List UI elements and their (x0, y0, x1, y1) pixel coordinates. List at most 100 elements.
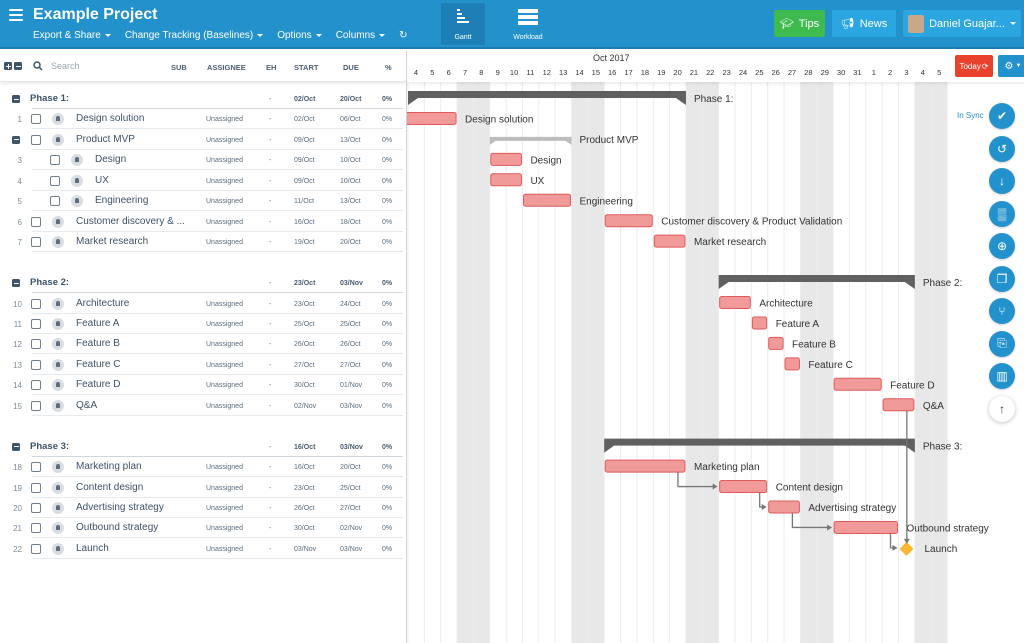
phase-row[interactable]: Phase 2: - 23/Oct 03/Nov 0% (0, 273, 406, 294)
phase-name[interactable]: Phase 2: (30, 277, 69, 288)
start-date[interactable]: 02/Nov (294, 403, 316, 410)
start-date[interactable]: 30/Oct (294, 525, 315, 532)
task-name[interactable]: Content design (76, 482, 143, 493)
percent-complete[interactable]: 0% (382, 505, 392, 512)
assignee[interactable]: Unassigned (206, 301, 243, 308)
row-checkbox[interactable] (31, 462, 41, 473)
collapse-icon[interactable] (12, 95, 20, 103)
row-checkbox[interactable] (31, 318, 41, 329)
due-date[interactable]: 26/Oct (340, 341, 361, 348)
start-date[interactable]: 09/Oct (294, 178, 315, 185)
start-date[interactable]: 23/Oct (294, 280, 315, 287)
start-date[interactable]: 27/Oct (294, 362, 315, 369)
row-checkbox[interactable] (31, 359, 41, 370)
row-checkbox[interactable] (31, 482, 41, 493)
task-row[interactable]: 1 Design solution Unassigned - 02/Oct 06/Oct 0… (0, 109, 406, 130)
due-date[interactable]: 10/Oct (340, 157, 361, 164)
assignee[interactable]: Unassigned (206, 219, 243, 226)
task-name[interactable]: Advertising strategy (76, 502, 164, 513)
col-start[interactable]: START (294, 63, 318, 72)
sort-icon[interactable]: ↓ (989, 168, 1015, 194)
task-row[interactable]: 21 Outbound strategy Unassigned - 30/Oct 02/N… (0, 518, 406, 539)
assignee[interactable]: Unassigned (206, 198, 243, 205)
percent-complete[interactable]: 0% (382, 301, 392, 308)
task-row[interactable]: 10 Architecture Unassigned - 23/Oct 24/Oct 0% (0, 294, 406, 314)
view-gantt-button[interactable]: Gantt (441, 3, 485, 45)
assignee[interactable]: Unassigned (206, 403, 243, 410)
start-date[interactable]: 09/Oct (294, 137, 315, 144)
due-date[interactable]: 10/Oct (340, 178, 361, 185)
start-date[interactable]: 03/Nov (294, 546, 316, 553)
view-workload-button[interactable]: Workload (506, 3, 550, 45)
settings-button[interactable]: ⚙ ▼ (998, 55, 1024, 77)
start-date[interactable]: 23/Oct (294, 301, 315, 308)
start-date[interactable]: 26/Oct (294, 341, 315, 348)
phase-name[interactable]: Phase 1: (30, 93, 69, 104)
task-row[interactable]: 4 UX Unassigned - 09/Oct 10/Oct 0% (0, 171, 406, 191)
menu-export-share[interactable]: Export & Share (33, 30, 111, 41)
start-date[interactable]: 30/Oct (294, 382, 315, 389)
task-row[interactable]: 11 Feature A Unassigned - 25/Oct 25/Oct 0% (0, 314, 406, 334)
percent-complete[interactable]: 0% (382, 546, 392, 553)
start-date[interactable]: 26/Oct (294, 505, 315, 512)
row-checkbox[interactable] (31, 400, 41, 411)
copy-icon[interactable]: ⎘ (989, 330, 1015, 357)
phase-row[interactable]: Phase 1: - 02/Oct 20/Oct 0% (0, 89, 406, 109)
task-name[interactable]: Market research (76, 236, 148, 247)
phase-row[interactable]: Phase 3: - 16/Oct 03/Nov 0% (0, 437, 406, 457)
task-row[interactable]: 13 Feature C Unassigned - 27/Oct 27/Oct 0% (0, 355, 406, 375)
start-date[interactable]: 23/Oct (294, 485, 315, 492)
start-date[interactable]: 25/Oct (294, 321, 315, 328)
col-due[interactable]: DUE (343, 63, 359, 72)
phase-name[interactable]: Phase 3: (30, 441, 69, 452)
task-name[interactable]: Feature A (76, 318, 119, 329)
task-name[interactable]: Customer discovery & ... (76, 216, 185, 227)
row-checkbox[interactable] (31, 523, 41, 534)
percent-complete[interactable]: 0% (382, 96, 392, 103)
row-checkbox[interactable] (50, 175, 60, 186)
col-assignee[interactable]: ASSIGNEE (207, 63, 246, 72)
task-name[interactable]: Feature D (76, 379, 120, 390)
task-row[interactable]: Product MVP Unassigned - 09/Oct 13/Oct 0% (0, 130, 406, 150)
task-row[interactable]: 7 Market research Unassigned - 19/Oct 20/Oct 0… (0, 232, 406, 253)
assignee[interactable]: Unassigned (206, 485, 243, 492)
task-row[interactable]: 15 Q&A Unassigned - 02/Nov 03/Nov 0% (0, 396, 406, 416)
due-date[interactable]: 27/Oct (340, 505, 361, 512)
ruler-icon[interactable]: ▒ (989, 200, 1015, 227)
row-checkbox[interactable] (31, 134, 41, 145)
percent-complete[interactable]: 0% (382, 525, 392, 532)
percent-complete[interactable]: 0% (382, 198, 392, 205)
due-date[interactable]: 20/Oct (340, 96, 361, 103)
due-date[interactable]: 27/Oct (340, 362, 361, 369)
start-date[interactable]: 16/Oct (294, 464, 315, 471)
due-date[interactable]: 03/Nov (340, 280, 363, 287)
start-date[interactable]: 16/Oct (294, 219, 315, 226)
due-date[interactable]: 25/Oct (340, 485, 361, 492)
row-checkbox[interactable] (31, 339, 41, 350)
percent-complete[interactable]: 0% (382, 485, 392, 492)
task-name[interactable]: Product MVP (76, 134, 135, 145)
row-checkbox[interactable] (31, 114, 41, 125)
assignee[interactable]: Unassigned (206, 464, 243, 471)
tips-button[interactable]: 🎓︎ Tips (774, 10, 825, 37)
percent-complete[interactable]: 0% (382, 444, 392, 451)
due-date[interactable]: 03/Nov (340, 444, 363, 451)
start-date[interactable]: 11/Oct (294, 198, 314, 205)
percent-complete[interactable]: 0% (382, 341, 392, 348)
assignee[interactable]: Unassigned (206, 137, 243, 144)
map-icon[interactable]: ▥ (989, 363, 1015, 389)
task-name[interactable]: Outbound strategy (76, 522, 158, 533)
percent-complete[interactable]: 0% (382, 157, 392, 164)
percent-complete[interactable]: 0% (382, 239, 392, 246)
task-row[interactable]: 6 Customer discovery & ... Unassigned - 16/O… (0, 212, 406, 232)
percent-complete[interactable]: 0% (382, 403, 392, 410)
collapse-icon[interactable] (12, 135, 20, 144)
assignee[interactable]: Unassigned (206, 157, 243, 164)
percent-complete[interactable]: 0% (382, 362, 392, 369)
assignee[interactable]: Unassigned (206, 505, 243, 512)
undo-icon[interactable]: ↺ (989, 135, 1015, 162)
row-checkbox[interactable] (50, 196, 60, 207)
start-date[interactable]: 16/Oct (294, 444, 315, 451)
hamburger-menu-icon[interactable] (9, 9, 23, 21)
percent-complete[interactable]: 0% (382, 116, 392, 123)
